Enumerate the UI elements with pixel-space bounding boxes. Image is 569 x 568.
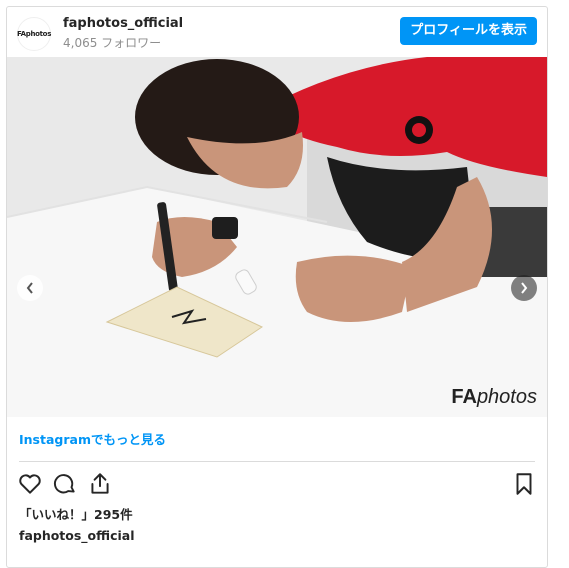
watermark-photos: photos — [476, 386, 537, 408]
heart-icon[interactable] — [17, 471, 43, 497]
post-header: FAphotos faphotos_official 4,065 フォロワー プ… — [7, 7, 547, 57]
photo-illustration — [7, 57, 547, 417]
instagram-embed-card: FAphotos faphotos_official 4,065 フォロワー プ… — [6, 6, 548, 568]
share-icon[interactable] — [87, 471, 113, 497]
avatar-logo-text: FAphotos — [16, 30, 52, 38]
divider — [19, 461, 535, 462]
view-more-on-instagram-link[interactable]: Instagramでもっと見る — [19, 429, 166, 448]
chevron-right-icon — [521, 282, 528, 294]
like-count[interactable]: 「いいね！」295件 — [19, 504, 133, 523]
bookmark-icon[interactable] — [511, 471, 537, 497]
post-photo[interactable]: FAphotos — [7, 57, 547, 417]
comment-icon[interactable] — [52, 471, 78, 497]
chevron-left-icon — [26, 282, 33, 294]
caption-username[interactable]: faphotos_official — [19, 528, 135, 543]
previous-photo-button[interactable] — [17, 275, 43, 301]
action-bar — [7, 469, 547, 501]
follower-count: 4,065 フォロワー — [63, 36, 162, 50]
avatar[interactable]: FAphotos — [17, 17, 51, 51]
photo-watermark: FAphotos — [451, 386, 537, 409]
username-link[interactable]: faphotos_official — [63, 16, 183, 31]
watermark-fa: FA — [451, 386, 477, 408]
view-profile-button[interactable]: プロフィールを表示 — [400, 17, 537, 45]
next-photo-button[interactable] — [511, 275, 537, 301]
